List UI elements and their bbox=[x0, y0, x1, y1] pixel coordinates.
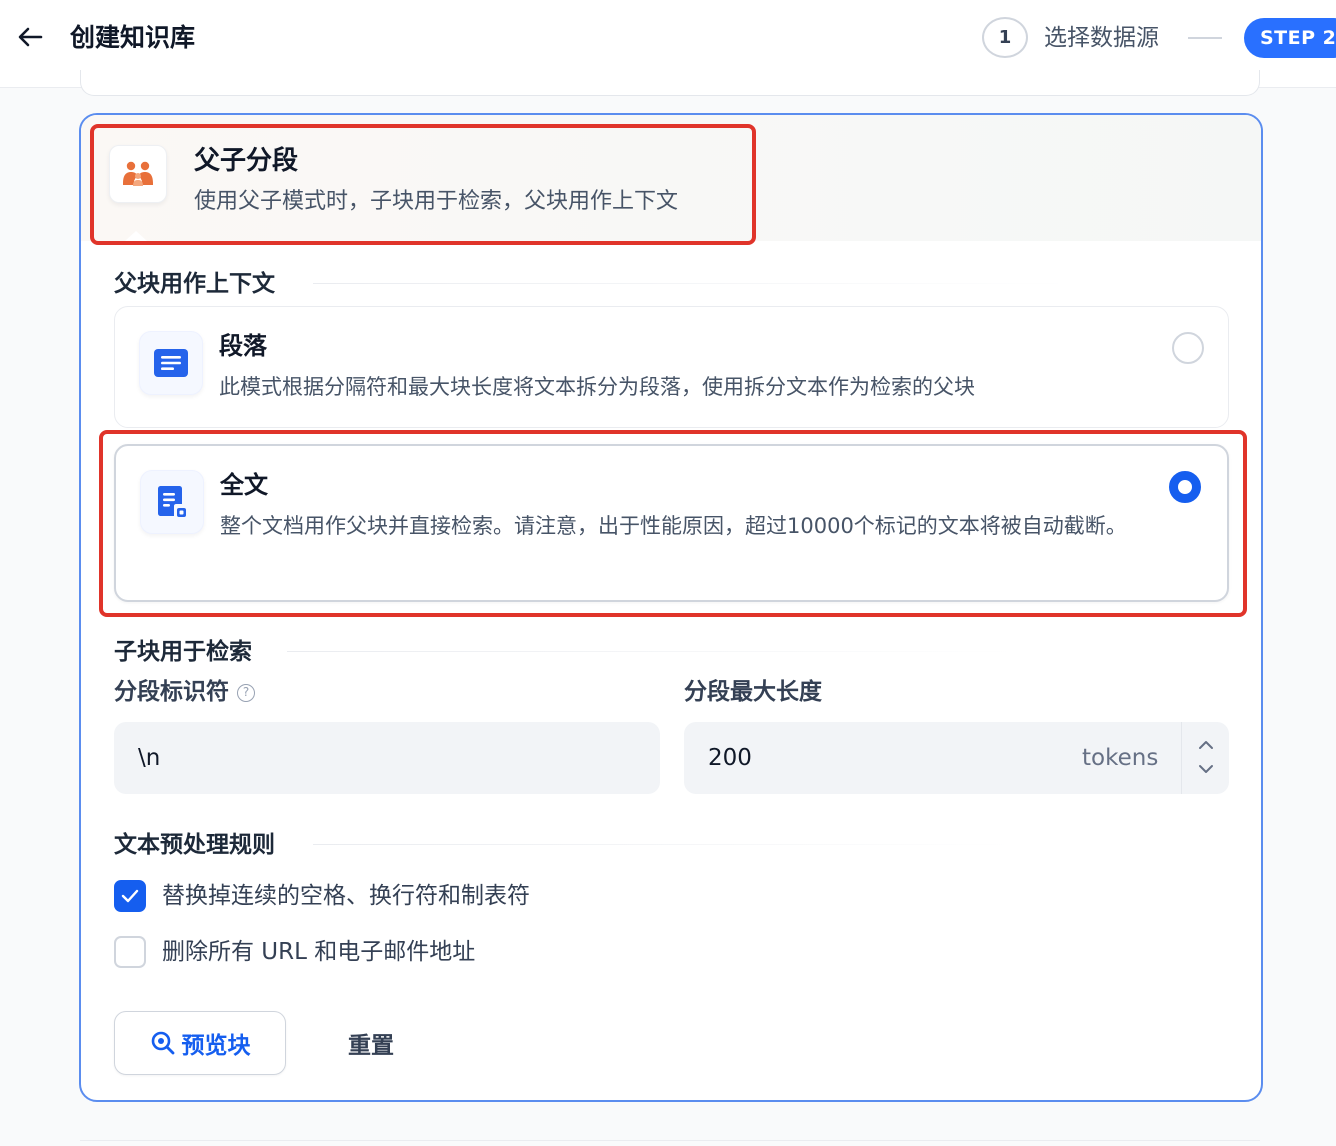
paragraph-radio[interactable] bbox=[1172, 332, 1204, 364]
child-section-label: 子块用于检索 bbox=[114, 639, 252, 665]
separator-label-text: 分段标识符 bbox=[114, 679, 229, 705]
parent-child-icon bbox=[109, 145, 167, 203]
rule-1-label[interactable]: 替换掉连续的空格、换行符和制表符 bbox=[162, 879, 530, 913]
preview-button[interactable]: 预览块 bbox=[114, 1011, 286, 1075]
reset-button[interactable]: 重置 bbox=[316, 1011, 426, 1075]
full-doc-radio[interactable] bbox=[1169, 471, 1201, 503]
previous-card-edge bbox=[80, 70, 1260, 96]
option-full-doc-description: 整个文档用作父块并直接检索。请注意，出于性能原因，超过10000个标记的文本将被… bbox=[220, 514, 1127, 538]
tokens-unit: tokens bbox=[1082, 745, 1159, 771]
section-divider bbox=[313, 844, 1013, 845]
preview-button-label: 预览块 bbox=[181, 1033, 251, 1059]
rule-1-checkbox[interactable] bbox=[114, 880, 146, 912]
search-icon bbox=[151, 1031, 174, 1055]
rule-2-checkbox[interactable] bbox=[114, 936, 146, 968]
max-length-label: 分段最大长度 bbox=[684, 679, 822, 705]
preprocess-label: 文本预处理规则 bbox=[114, 832, 275, 858]
separator-label: 分段标识符? bbox=[114, 675, 255, 709]
section-divider bbox=[313, 283, 1073, 284]
check-icon bbox=[121, 889, 139, 903]
chevron-up-icon[interactable] bbox=[1198, 740, 1214, 750]
parent-child-header[interactable]: 父子分段 使用父子模式时，子块用于检索，父块用作上下文 bbox=[81, 115, 1261, 241]
step-1-label: 选择数据源 bbox=[1044, 25, 1159, 51]
full-doc-icon bbox=[140, 470, 204, 534]
option-paragraph-title: 段落 bbox=[219, 332, 267, 360]
parent-child-description: 使用父子模式时，子块用于检索，父块用作上下文 bbox=[194, 189, 679, 214]
header-notch bbox=[125, 231, 147, 241]
option-full-doc-title: 全文 bbox=[220, 471, 268, 499]
parent-child-card: 父子分段 使用父子模式时，子块用于检索，父块用作上下文 父块用作上下文 段落 此… bbox=[79, 113, 1263, 1102]
separator-input[interactable]: \n bbox=[114, 722, 660, 794]
rule-2-label[interactable]: 删除所有 URL 和电子邮件地址 bbox=[162, 935, 475, 969]
back-button[interactable] bbox=[14, 20, 46, 54]
step-2-indicator: STEP 2 bbox=[1244, 18, 1336, 58]
chevron-down-icon[interactable] bbox=[1198, 764, 1214, 774]
arrow-left-icon bbox=[18, 27, 43, 47]
option-paragraph-description: 此模式根据分隔符和最大块长度将文本拆分为段落，使用拆分文本作为检索的父块 bbox=[219, 375, 975, 399]
step-connector bbox=[1188, 37, 1222, 39]
bottom-divider bbox=[80, 1140, 1260, 1141]
option-paragraph[interactable]: 段落 此模式根据分隔符和最大块长度将文本拆分为段落，使用拆分文本作为检索的父块 bbox=[114, 306, 1229, 428]
paragraph-icon bbox=[139, 331, 203, 395]
page-title: 创建知识库 bbox=[70, 23, 196, 52]
option-full-doc[interactable]: 全文 整个文档用作父块并直接检索。请注意，出于性能原因，超过10000个标记的文… bbox=[114, 444, 1229, 602]
parent-section-label: 父块用作上下文 bbox=[114, 271, 275, 297]
help-icon[interactable]: ? bbox=[237, 683, 255, 702]
max-length-stepper[interactable] bbox=[1181, 722, 1229, 794]
step-1-indicator: 1 bbox=[982, 17, 1028, 58]
section-divider bbox=[287, 651, 1017, 652]
parent-child-title: 父子分段 bbox=[194, 146, 299, 176]
